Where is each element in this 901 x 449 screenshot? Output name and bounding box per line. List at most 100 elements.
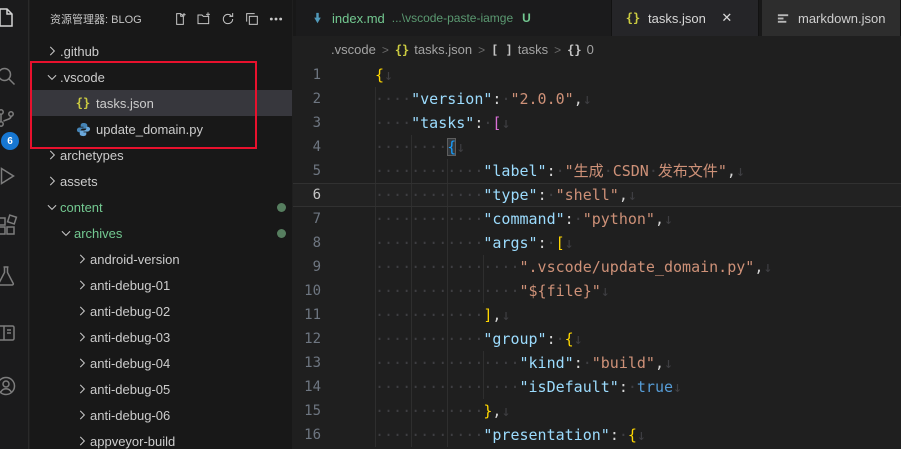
breadcrumb-item--vscode[interactable]: .vscode [331, 42, 376, 57]
object-symbol-icon: {} [395, 43, 409, 57]
line-number: 13 [293, 351, 347, 375]
indent-guide [411, 351, 412, 375]
editor-group: index.md...\vscode-paste-iamgeU{}tasks.j… [293, 0, 901, 449]
tree-item-content[interactable]: content [30, 194, 292, 220]
code-line-11[interactable]: 11············],↓ [293, 303, 901, 327]
chevron-right-icon [74, 434, 90, 448]
tree-item-anti-debug-04[interactable]: anti-debug-04 [30, 350, 292, 376]
line-number: 14 [293, 375, 347, 399]
tree-item-anti-debug-01[interactable]: anti-debug-01 [30, 272, 292, 298]
breadcrumb-text: tasks.json [414, 42, 472, 57]
code-line-16[interactable]: 16············"presentation":·{↓ [293, 423, 901, 447]
code-line-14[interactable]: 14················"isDefault":·true↓ [293, 375, 901, 399]
indent-guide [447, 399, 448, 423]
account-icon[interactable] [0, 368, 24, 404]
code-line-text: ············"presentation":·{↓ [347, 423, 901, 447]
tree-item-label: .vscode [60, 70, 105, 85]
search-icon[interactable] [0, 58, 24, 94]
explorer-header: 资源管理器: BLOG [30, 0, 292, 37]
tree-item-anti-debug-02[interactable]: anti-debug-02 [30, 298, 292, 324]
terminal-window-icon[interactable] [0, 315, 24, 351]
code-line-12[interactable]: 12············"group":·{↓ [293, 327, 901, 351]
code-line-text: ····"version":·"2.0.0",↓ [347, 87, 901, 111]
breadcrumb-item-tasks-json[interactable]: {} tasks.json [395, 42, 472, 57]
code-line-8[interactable]: 8············"args":·[↓ [293, 231, 901, 255]
tree-item-anti-debug-05[interactable]: anti-debug-05 [30, 376, 292, 402]
indent-guide [411, 231, 412, 255]
breadcrumb-item-tasks[interactable]: [ ]tasks [491, 42, 548, 57]
explorer-toolbar [170, 9, 286, 29]
source-control-icon[interactable] [0, 100, 24, 136]
tree-item-tasks-json[interactable]: {}tasks.json [30, 90, 292, 116]
tree-item-archives[interactable]: archives [30, 220, 292, 246]
run-debug-icon[interactable] [0, 158, 24, 194]
git-status-badge: U [522, 11, 531, 25]
tab-markdown-json[interactable]: markdown.json [762, 0, 901, 36]
code-line-text: ············"label":·"生成·CSDN·发布文件",↓ [347, 159, 901, 183]
code-line-15[interactable]: 15············},↓ [293, 399, 901, 423]
tree-item--github[interactable]: .github [30, 38, 292, 64]
indent-guide [411, 184, 412, 206]
line-number: 6 [293, 184, 347, 206]
breadcrumb-item-0[interactable]: {}0 [567, 42, 594, 57]
code-line-4[interactable]: 4········{↓ [293, 135, 901, 159]
tree-item-anti-debug-03[interactable]: anti-debug-03 [30, 324, 292, 350]
new-folder-icon[interactable] [194, 9, 214, 29]
tree-item-archetypes[interactable]: archetypes [30, 142, 292, 168]
tab-description: ...\vscode-paste-iamge [392, 11, 513, 25]
close-icon[interactable]: ✕ [718, 10, 736, 26]
tree-item-appveyor-build[interactable]: appveyor-build [30, 428, 292, 449]
indent-guide [375, 351, 376, 375]
code-line-9[interactable]: 9················".vscode/update_domain.… [293, 255, 901, 279]
code-line-text: ············],↓ [347, 303, 901, 327]
code-editor[interactable]: 1{↓2····"version":·"2.0.0",↓3····"tasks"… [293, 63, 901, 449]
refresh-icon[interactable] [218, 9, 238, 29]
code-line-5[interactable]: 5············"label":·"生成·CSDN·发布文件",↓ [293, 159, 901, 183]
tab-tasks-json[interactable]: {}tasks.json✕ [612, 0, 759, 36]
indent-guide [447, 159, 448, 183]
chevron-right-icon [74, 330, 90, 344]
line-number: 15 [293, 399, 347, 423]
code-line-text: ············"args":·[↓ [347, 231, 901, 255]
testing-icon[interactable] [0, 258, 24, 294]
tree-item-label: anti-debug-01 [90, 278, 170, 293]
code-line-6[interactable]: 6············"type":·"shell",↓ [293, 183, 901, 207]
indent-guide [411, 135, 412, 159]
tree-item-label: anti-debug-05 [90, 382, 170, 397]
tree-item-update-domain-py[interactable]: update_domain.py [30, 116, 292, 142]
markdown-icon [308, 11, 326, 26]
code-line-7[interactable]: 7············"command":·"python",↓ [293, 207, 901, 231]
tab-index-md[interactable]: index.md...\vscode-paste-iamgeU [296, 0, 612, 36]
file-tree: .github .vscode {}tasks.jsonupdate_domain.… [30, 38, 292, 449]
indent-guide [411, 159, 412, 183]
indent-guide [375, 399, 376, 423]
line-number: 8 [293, 231, 347, 255]
tree-item-anti-debug-06[interactable]: anti-debug-06 [30, 402, 292, 428]
line-number: 4 [293, 135, 347, 159]
code-line-text: {↓ [347, 63, 901, 87]
indent-guide [447, 255, 448, 279]
code-line-1[interactable]: 1{↓ [293, 63, 901, 87]
code-line-text: ············"group":·{↓ [347, 327, 901, 351]
more-actions-icon[interactable] [266, 9, 286, 29]
tree-item-label: android-version [90, 252, 180, 267]
indent-guide [447, 423, 448, 447]
indent-guide [447, 207, 448, 231]
tree-item--vscode[interactable]: .vscode [30, 64, 292, 90]
indent-guide [411, 279, 412, 303]
indent-guide [411, 255, 412, 279]
new-file-icon[interactable] [170, 9, 190, 29]
tree-item-android-version[interactable]: android-version [30, 246, 292, 272]
tree-item-label: archetypes [60, 148, 124, 163]
code-line-13[interactable]: 13················"kind":·"build",↓ [293, 351, 901, 375]
chevron-down-icon [44, 200, 60, 214]
tree-item-assets[interactable]: assets [30, 168, 292, 194]
collapse-all-icon[interactable] [242, 9, 262, 29]
explorer-icon[interactable] [0, 0, 24, 36]
chevron-right-icon [74, 278, 90, 292]
code-line-2[interactable]: 2····"version":·"2.0.0",↓ [293, 87, 901, 111]
extensions-icon[interactable] [0, 208, 24, 244]
code-line-3[interactable]: 3····"tasks":·[↓ [293, 111, 901, 135]
code-line-10[interactable]: 10················"${file}"↓ [293, 279, 901, 303]
activity-bar: 6 [0, 0, 29, 449]
